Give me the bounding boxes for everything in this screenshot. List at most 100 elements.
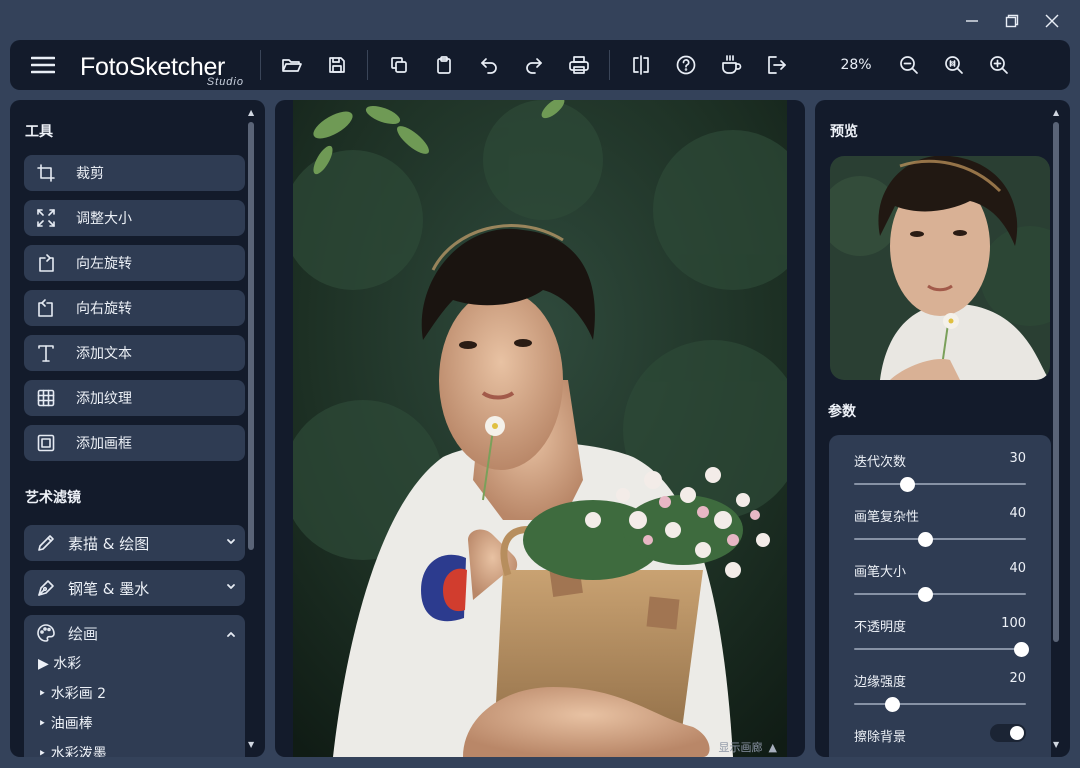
paste-icon[interactable] — [421, 45, 466, 85]
painting-category-label: 绘画 — [68, 624, 99, 643]
param-name: 画笔复杂性 — [854, 510, 920, 525]
rotate-right-button[interactable]: 向右旋转 — [24, 290, 245, 326]
param-name: 不透明度 — [854, 620, 907, 635]
rotate-right-icon — [26, 290, 66, 326]
zoom-fit-icon[interactable] — [931, 45, 976, 85]
param-name: 迭代次数 — [854, 455, 907, 470]
slider-knob[interactable] — [884, 697, 900, 712]
preview-panel: 预览 参数 迭代次数 30 画笔复杂性 40 画笔大小 40 不透明度 100 … — [815, 100, 1070, 757]
slider-knob[interactable] — [917, 587, 933, 602]
canvas-panel: 显示画廊 ▲ — [275, 100, 805, 757]
toolbar-separator — [609, 50, 610, 80]
zoom-in-icon[interactable] — [976, 45, 1021, 85]
param-value: 40 — [1009, 506, 1026, 521]
params-box: 迭代次数 30 画笔复杂性 40 画笔大小 40 不透明度 100 边缘强度 2… — [829, 435, 1051, 757]
brush-complexity-slider[interactable] — [854, 532, 1026, 547]
slider-track — [854, 538, 1026, 540]
sketch-category-label: 素描 & 绘图 — [68, 534, 150, 553]
exit-icon[interactable] — [753, 45, 798, 85]
copy-icon[interactable] — [376, 45, 421, 85]
slider-track — [854, 648, 1026, 650]
open-folder-icon[interactable] — [269, 45, 314, 85]
logo-text: FotoSketcher — [80, 53, 226, 81]
window-controls — [952, 8, 1072, 34]
toolbar-separator — [367, 50, 368, 80]
coffee-icon[interactable] — [708, 45, 753, 85]
resize-button[interactable]: 调整大小 — [24, 200, 245, 236]
scroll-up-icon[interactable]: ▲ — [1053, 108, 1059, 117]
chevron-up-icon — [225, 626, 237, 644]
zoom-out-icon[interactable] — [886, 45, 931, 85]
chevron-down-icon — [225, 581, 237, 597]
preview-title: 预览 — [830, 124, 858, 140]
minimize-icon[interactable] — [952, 8, 992, 34]
chevron-up-icon: ▲ — [768, 740, 777, 754]
edge-strength-slider[interactable] — [854, 697, 1026, 712]
menu-icon[interactable] — [20, 45, 66, 85]
add-texture-label: 添加纹理 — [76, 391, 132, 407]
texture-icon — [26, 380, 66, 416]
pen-ink-category-label: 钢笔 & 墨水 — [68, 579, 150, 598]
main-toolbar: FotoSketcher Studio 28% — [10, 40, 1070, 90]
help-icon[interactable] — [663, 45, 708, 85]
param-value: 30 — [1009, 451, 1026, 466]
slider-track — [854, 483, 1026, 485]
filter-item-watercolor-2[interactable]: ‣ 水彩画 2 — [38, 683, 106, 703]
painting-category-header[interactable]: 绘画 — [24, 615, 245, 651]
save-icon[interactable] — [314, 45, 359, 85]
filter-item-oil-pastel[interactable]: ‣ 油画棒 — [38, 713, 93, 733]
show-gallery-toggle[interactable]: 显示画廊 ▲ — [293, 737, 787, 757]
add-frame-button[interactable]: 添加画框 — [24, 425, 245, 461]
add-texture-button[interactable]: 添加纹理 — [24, 380, 245, 416]
painting-category: 绘画 ▶ 水彩 ‣ 水彩画 2 ‣ 油画棒 ‣ 水彩泼墨 — [24, 615, 245, 757]
param-name: 画笔大小 — [854, 565, 907, 580]
restore-icon[interactable] — [992, 8, 1032, 34]
scroll-up-icon[interactable]: ▲ — [248, 108, 254, 117]
filter-item-watercolor[interactable]: ▶ 水彩 — [38, 653, 81, 673]
pencil-icon — [26, 525, 66, 561]
preview-image — [830, 156, 1050, 380]
add-text-label: 添加文本 — [76, 346, 132, 362]
scroll-down-icon[interactable]: ▼ — [1053, 740, 1059, 749]
tools-title: 工具 — [25, 124, 53, 140]
rotate-left-button[interactable]: 向左旋转 — [24, 245, 245, 281]
add-frame-label: 添加画框 — [76, 436, 132, 452]
sketch-category[interactable]: 素描 & 绘图 — [24, 525, 245, 561]
iterations-slider[interactable] — [854, 477, 1026, 492]
resize-label: 调整大小 — [76, 211, 132, 227]
scroll-down-icon[interactable]: ▼ — [248, 740, 254, 749]
compare-icon[interactable] — [618, 45, 663, 85]
pen-icon — [26, 570, 66, 606]
text-icon — [26, 335, 66, 371]
slider-knob[interactable] — [1013, 642, 1029, 657]
crop-button[interactable]: 裁剪 — [24, 155, 245, 191]
toggle-label: 擦除背景 — [854, 730, 907, 745]
slider-knob[interactable] — [917, 532, 933, 547]
pen-ink-category[interactable]: 钢笔 & 墨水 — [24, 570, 245, 606]
param-value: 100 — [1001, 616, 1026, 631]
slider-knob[interactable] — [900, 477, 916, 492]
logo-subtext: Studio — [206, 76, 244, 88]
undo-icon[interactable] — [466, 45, 511, 85]
redo-icon[interactable] — [511, 45, 556, 85]
crop-label: 裁剪 — [76, 166, 104, 182]
print-icon[interactable] — [556, 45, 601, 85]
close-icon[interactable] — [1032, 8, 1072, 34]
chevron-down-icon — [225, 536, 237, 552]
brush-size-slider[interactable] — [854, 587, 1026, 602]
filter-item-watercolor-splash[interactable]: ‣ 水彩泼墨 — [38, 743, 107, 757]
frame-icon — [26, 425, 66, 461]
palette-icon — [26, 623, 66, 643]
remove-background-toggle[interactable] — [990, 724, 1026, 742]
right-scrollbar[interactable] — [1053, 122, 1059, 642]
param-value: 20 — [1009, 671, 1026, 686]
rotate-left-icon — [26, 245, 66, 281]
opacity-slider[interactable] — [854, 642, 1029, 657]
show-gallery-label: 显示画廊 — [718, 741, 763, 754]
main-photo — [293, 100, 787, 757]
add-text-button[interactable]: 添加文本 — [24, 335, 245, 371]
params-title: 参数 — [828, 404, 856, 420]
resize-icon — [26, 200, 66, 236]
toolbar-separator — [260, 50, 261, 80]
left-scrollbar[interactable] — [248, 122, 254, 550]
